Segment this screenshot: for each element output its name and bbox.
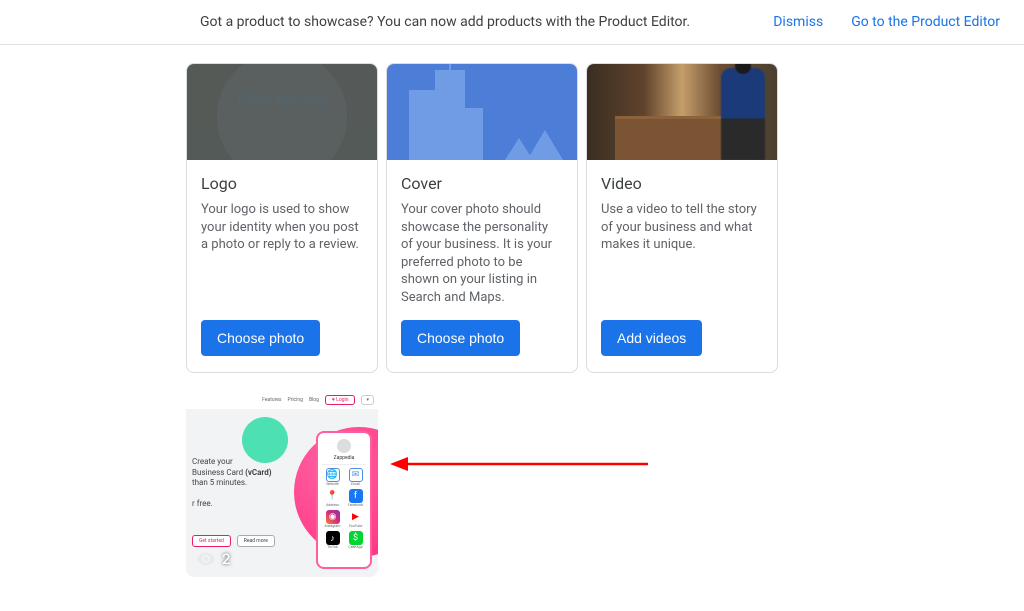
nav-pricing: Pricing — [287, 397, 302, 403]
eye-icon — [196, 549, 216, 569]
nav-login: ♥ Login — [325, 395, 356, 405]
youtube-icon: ▶ — [349, 510, 363, 524]
annotation-arrow — [390, 452, 650, 476]
nav-features: Features — [262, 397, 281, 403]
map-pin-icon: 📍 — [326, 489, 340, 503]
logo-card-desc: Your logo is used to show your identity … — [201, 201, 363, 306]
widget-getstarted: Get started — [192, 535, 231, 547]
phone-avatar — [337, 439, 351, 453]
widget-buttons: Get started Read more — [192, 535, 275, 547]
widget-headline: Create your Business Card (vCard) than 5… — [192, 457, 272, 509]
video-card-title: Video — [601, 174, 763, 193]
notice-text: Got a product to showcase? You can now a… — [200, 14, 690, 30]
cover-card-desc: Your cover photo should showcase the per… — [401, 201, 563, 306]
widget-readmore: Read more — [237, 535, 275, 547]
add-videos-button[interactable]: Add videos — [601, 320, 702, 356]
product-editor-notice: Got a product to showcase? You can now a… — [0, 0, 1024, 45]
phone-mockup: Zappedia 🌐Website ✉Email 📍Address fFaceb… — [316, 431, 372, 569]
uploaded-photo-thumbnail[interactable]: Features Pricing Blog ♥ Login ▾ Create y… — [186, 391, 378, 577]
choose-logo-photo-button[interactable]: Choose photo — [201, 320, 320, 356]
email-icon: ✉ — [349, 468, 363, 482]
dismiss-link[interactable]: Dismiss — [773, 14, 823, 30]
notice-actions: Dismiss Go to the Product Editor — [773, 14, 1000, 30]
facebook-icon: f — [349, 489, 363, 503]
video-card-desc: Use a video to tell the story of your bu… — [601, 201, 763, 306]
choose-cover-photo-button[interactable]: Choose photo — [401, 320, 520, 356]
widget-nav: Features Pricing Blog ♥ Login ▾ — [186, 391, 378, 409]
video-card: Video Use a video to tell the story of y… — [586, 63, 778, 373]
view-count: 2 — [222, 550, 231, 568]
logo-script-text: Glück und Selig — [237, 92, 326, 108]
logo-preview-image[interactable]: Glück und Selig CAFÉ — [187, 64, 377, 160]
instagram-icon: ◉ — [326, 510, 340, 524]
goto-product-editor-link[interactable]: Go to the Product Editor — [851, 14, 1000, 30]
globe-icon: 🌐 — [326, 468, 340, 482]
view-count-badge: 2 — [196, 549, 231, 569]
photo-cards-row: Glück und Selig CAFÉ Logo Your logo is u… — [0, 63, 1024, 373]
nav-blog: Blog — [309, 397, 319, 403]
logo-card: Glück und Selig CAFÉ Logo Your logo is u… — [186, 63, 378, 373]
cover-card-title: Cover — [401, 174, 563, 193]
tiktok-icon: ♪ — [326, 531, 340, 545]
video-preview-image[interactable] — [587, 64, 777, 160]
cover-card: Cover Your cover photo should showcase t… — [386, 63, 578, 373]
logo-card-title: Logo — [201, 174, 363, 193]
cover-preview-image[interactable] — [387, 64, 577, 160]
cashapp-icon: $ — [349, 531, 363, 545]
logo-sub-text: CAFÉ — [268, 142, 297, 150]
phone-name: Zappedia — [322, 455, 366, 461]
